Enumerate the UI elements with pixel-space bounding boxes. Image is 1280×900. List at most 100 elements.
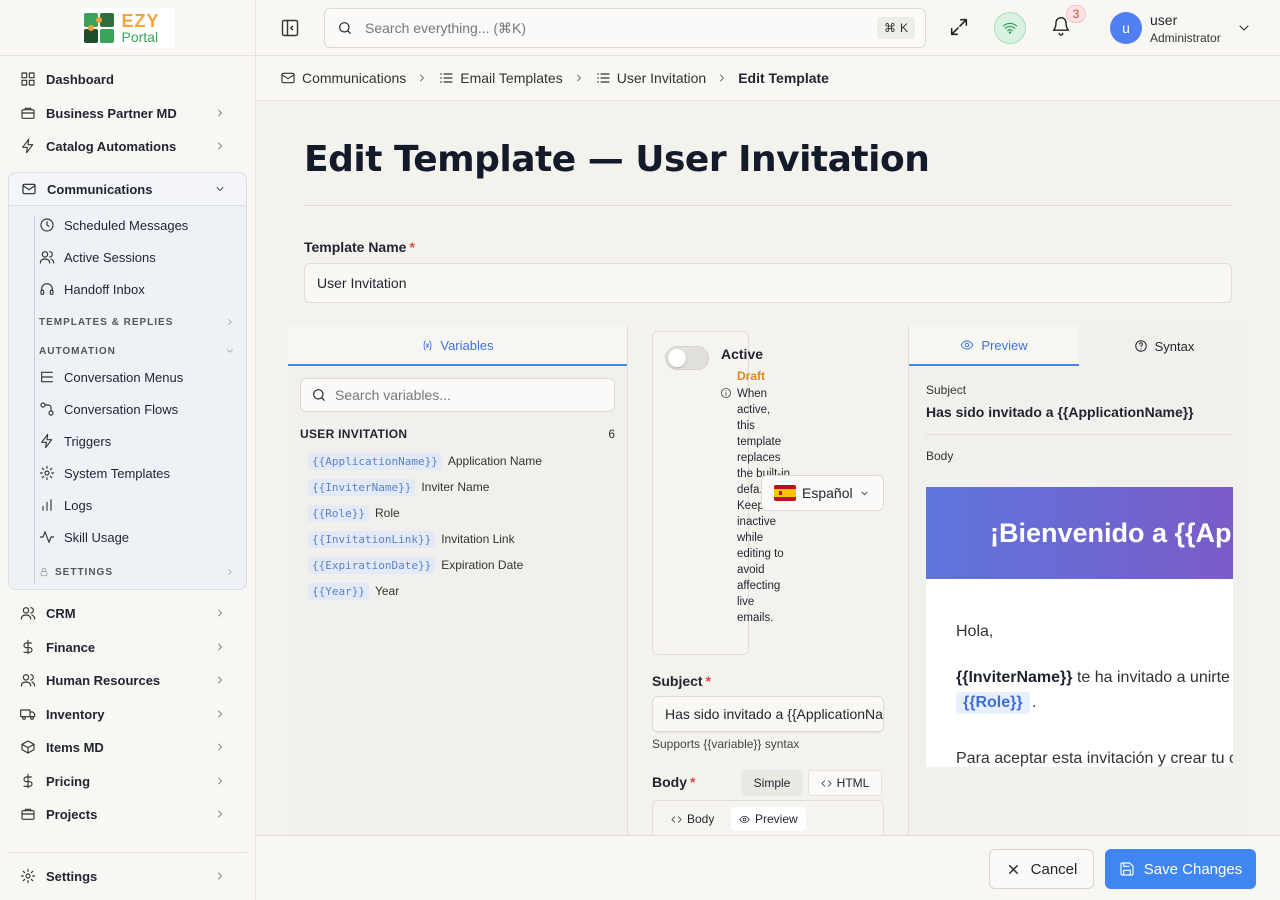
sidebar-item-crm[interactable]: CRM (8, 598, 246, 628)
avatar[interactable]: u (1110, 12, 1142, 44)
logo-ezy-text: EZY (121, 10, 160, 31)
variable-label: Role (374, 506, 400, 520)
email-line-text: te ha invitado a unirte a {{ApplicationN… (1076, 669, 1233, 686)
sidebar-item-business-partner-md[interactable]: Business Partner MD (8, 98, 246, 128)
variable-item[interactable]: {{ExpirationDate}} Expiration Date (308, 556, 523, 574)
language-select[interactable]: Español (761, 475, 884, 511)
mode-simple-button[interactable]: Simple (741, 770, 803, 796)
section-settings[interactable]: SETTINGS (39, 562, 239, 582)
chevron-right-icon (416, 72, 428, 84)
variable-icon (421, 339, 434, 352)
breadcrumb-label: User Invitation (616, 70, 707, 86)
breadcrumb-user-invitation[interactable]: User Invitation (595, 70, 706, 86)
sidebar-item-human-resources[interactable]: Human Resources (8, 665, 246, 695)
sidebar-toggle-icon[interactable] (278, 16, 302, 40)
email-banner: ¡Bienvenido a {{ApplicationName}}! (926, 487, 1233, 579)
dollar-icon (20, 639, 36, 655)
user-name[interactable]: user (1150, 12, 1177, 28)
sidebar-item-inventory[interactable]: Inventory (8, 699, 246, 729)
logo[interactable]: EZY Portal (0, 0, 255, 56)
close-icon (1006, 862, 1021, 877)
kbd-cmd: ⌘ (883, 21, 896, 35)
sidebar-item-projects[interactable]: Projects (8, 799, 246, 829)
tab-preview[interactable]: Preview (909, 326, 1079, 366)
variable-item[interactable]: {{Year}} Year (308, 582, 399, 600)
cancel-button[interactable]: Cancel (989, 849, 1094, 889)
briefcase-icon (20, 105, 36, 121)
chevron-right-icon (214, 870, 226, 882)
sidebar-item-active-sessions[interactable]: Active Sessions (39, 244, 239, 270)
connection-status-icon[interactable] (994, 12, 1026, 44)
headset-icon (39, 281, 55, 297)
bar-chart-icon (39, 497, 55, 513)
chevron-right-icon (214, 808, 226, 820)
active-toggle[interactable] (665, 346, 709, 370)
breadcrumb-email-templates[interactable]: Email Templates (438, 70, 563, 86)
chevron-right-icon (214, 140, 226, 152)
variable-item[interactable]: {{ApplicationName}} Application Name (308, 452, 542, 470)
mode-html-button[interactable]: HTML (808, 770, 882, 796)
required-mark: * (690, 774, 696, 790)
sidebar-item-communications[interactable]: Communications (9, 173, 246, 206)
fullscreen-icon[interactable] (948, 16, 970, 38)
email-preview: ¡Bienvenido a {{ApplicationName}}! Hola,… (926, 487, 1233, 767)
sidebar-item-finance[interactable]: Finance (8, 632, 246, 662)
sidebar-item-conversation-menus[interactable]: Conversation Menus (39, 364, 239, 390)
variable-item[interactable]: {{Role}} Role (308, 504, 400, 522)
spain-flag-icon (774, 485, 796, 501)
variable-item[interactable]: {{InviterName}} Inviter Name (308, 478, 489, 496)
variable-label: Expiration Date (441, 558, 524, 572)
template-name-input[interactable] (304, 263, 1232, 303)
bolt-icon (20, 138, 36, 154)
flow-icon (39, 401, 55, 417)
email-punctuation: . (1032, 694, 1037, 711)
breadcrumb-label: Communications (302, 70, 407, 86)
chevron-down-icon[interactable] (1236, 20, 1252, 36)
logo-portal-text: Portal (121, 28, 159, 45)
clock-icon (39, 217, 55, 233)
sidebar-item-system-templates[interactable]: System Templates (39, 460, 239, 486)
sidebar-item-label: Active Sessions (64, 249, 156, 265)
breadcrumb-communications[interactable]: Communications (280, 70, 406, 86)
tab-label: Body (687, 812, 715, 826)
tab-label: Syntax (1154, 338, 1195, 354)
tab-variables[interactable]: Variables (288, 326, 627, 366)
tab-body-preview[interactable]: Preview (731, 807, 806, 831)
sidebar-item-handoff-inbox[interactable]: Handoff Inbox (39, 276, 239, 302)
main-content: Edit Template — User Invitation Template… (256, 101, 1280, 835)
sidebar-item-settings[interactable]: Settings (8, 861, 246, 891)
chevron-right-icon (214, 708, 226, 720)
sidebar-item-dashboard[interactable]: Dashboard (8, 64, 246, 94)
sidebar-item-label: Catalog Automations (46, 138, 177, 154)
sidebar-item-label: Projects (46, 806, 98, 822)
sidebar-item-conversation-flows[interactable]: Conversation Flows (39, 396, 239, 422)
sidebar-item-scheduled-messages[interactable]: Scheduled Messages (39, 212, 239, 238)
cancel-label: Cancel (1030, 860, 1078, 878)
variable-item[interactable]: {{InvitationLink}} Invitation Link (308, 530, 515, 548)
variable-token: {{InviterName}} (308, 478, 416, 496)
sidebar-item-label: Human Resources (46, 672, 161, 688)
save-button[interactable]: Save Changes (1105, 849, 1256, 889)
divider (304, 205, 1232, 206)
sidebar-item-items-md[interactable]: Items MD (8, 732, 246, 762)
code-icon (821, 778, 832, 789)
global-search-input[interactable]: Search everything... (⌘K) ⌘ K (324, 8, 926, 48)
sidebar-item-pricing[interactable]: Pricing (8, 766, 246, 796)
truck-icon (20, 706, 36, 722)
variables-search-input[interactable]: Search variables... (300, 378, 615, 412)
section-templates-replies[interactable]: TEMPLATES & REPLIES (39, 312, 239, 332)
kbd-key: K (899, 21, 908, 35)
tab-syntax[interactable]: Syntax (1079, 326, 1248, 366)
eye-icon (960, 338, 974, 352)
subject-input[interactable]: Has sido invitado a {{ApplicationName}} (652, 696, 884, 732)
sidebar-item-logs[interactable]: Logs (39, 492, 239, 518)
tab-body[interactable]: Body (663, 807, 722, 831)
sidebar-item-skill-usage[interactable]: Skill Usage (39, 524, 239, 550)
section-automation[interactable]: AUTOMATION (39, 341, 239, 361)
save-icon (1119, 861, 1135, 877)
sidebar-item-triggers[interactable]: Triggers (39, 428, 239, 454)
search-placeholder: Search variables... (335, 387, 451, 403)
chevron-right-icon (214, 775, 226, 787)
sidebar-item-catalog-automations[interactable]: Catalog Automations (8, 131, 246, 161)
action-footer: Cancel Save Changes (256, 835, 1280, 900)
